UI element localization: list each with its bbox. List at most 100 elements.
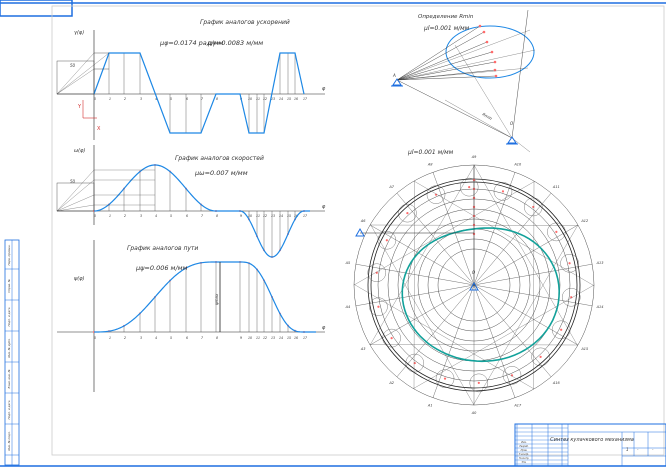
cam-center-label: O (472, 270, 475, 275)
displacement-tick: 10 (248, 336, 252, 340)
acceleration-tick: 7 (201, 97, 203, 101)
title-block-border (514, 423, 666, 467)
pole-ray (56, 68, 95, 95)
drawing-sheet: Перв. примен. Справ. № Подп. и дата Инв. № … (0, 0, 666, 468)
roller-center (443, 377, 447, 380)
cam-ray-label: A17 (513, 403, 522, 407)
rmin-ray (396, 51, 493, 81)
cam-scale: μl=0.001 м/мм (407, 149, 454, 156)
acceleration-xlabel: φ (322, 86, 326, 92)
rmin-angle-label: Rmin (482, 112, 494, 122)
cam-ray (473, 192, 552, 286)
pole-ray (56, 169, 95, 212)
line (511, 137, 531, 153)
tangent-chord (413, 180, 415, 389)
side-stamp-label: Инв. № подл. (7, 431, 11, 450)
roller-center (555, 230, 558, 233)
velocity-tick: 0 (94, 214, 96, 218)
acceleration-chart-title: График аналогов ускорений (200, 19, 290, 26)
cam-ray-label: A15 (580, 347, 589, 351)
velocity-xlabel: φ (322, 204, 326, 210)
displacement-xlabel: φ (322, 325, 326, 331)
title-block-row-label: Изм. (521, 441, 527, 444)
acceleration-curve (93, 52, 305, 134)
displacement-tick: 16 (294, 336, 298, 340)
displacement-tick: 8 (216, 336, 218, 340)
roller-center (501, 190, 505, 193)
roller-center (560, 328, 563, 331)
rmin-ray (396, 41, 488, 81)
rmin-center-label: O (510, 121, 513, 126)
title-block-row-label: Т.контр. (519, 453, 529, 456)
velocity-tick: 9 (240, 214, 242, 218)
velocity-tick: 3 (140, 214, 142, 218)
cad-drawing: Перв. примен. Справ. № Подп. и дата Инв. № … (0, 0, 666, 467)
velocity-tick: 7 (201, 214, 203, 218)
roller-center (406, 212, 409, 215)
acceleration-tick: 8 (216, 97, 218, 101)
side-stamp-label: Подп. и дата (7, 307, 11, 326)
title-block-row-label: Разраб. (519, 445, 528, 448)
roller-center (539, 355, 542, 358)
rmin-point (490, 50, 494, 54)
velocity-tick: 5 (170, 214, 172, 218)
cam-ray-label: A3 (360, 347, 366, 351)
tangent-line (454, 44, 513, 139)
displacement-tick: 2 (124, 336, 126, 340)
pole-ray (56, 204, 95, 212)
velocity-tick: 8 (216, 214, 218, 218)
displacement-tick: 4 (155, 336, 157, 340)
velocity-tick: 12 (263, 214, 267, 218)
acceleration-tick: 5 (170, 97, 172, 101)
cam-ray-label: A12 (580, 219, 589, 223)
roller-center (390, 337, 393, 340)
acceleration-ylabel: γ(φ) (74, 30, 84, 36)
acceleration-tick: 0 (94, 97, 96, 101)
velocity-tick: 11 (256, 214, 260, 218)
cam-ray (396, 284, 475, 378)
acceleration-tick: 1 (109, 97, 111, 101)
roller-center (385, 239, 388, 242)
cam-ray-label: A4 (345, 305, 351, 309)
displacement-tick: 14 (279, 336, 283, 340)
displacement-curve (93, 261, 316, 333)
title-block-row-label: Утв. (522, 461, 527, 464)
displacement-tick: 0 (94, 336, 96, 340)
tangent-chord (533, 181, 535, 390)
cam-ray-label: A10 (513, 163, 522, 167)
displacement-tick: 13 (271, 336, 275, 340)
roller-center (568, 262, 571, 265)
acceleration-tick: 15 (287, 97, 291, 101)
displacement-tick: 5 (170, 336, 172, 340)
title-block-row-label: Н.контр. (519, 457, 530, 460)
rmin-scale: μl=0.001 м/мм (423, 25, 470, 32)
side-stamp-label: Справ. № (7, 279, 11, 293)
velocity-tick: 2 (124, 214, 126, 218)
rmin-pivot-label: A (392, 73, 396, 78)
acceleration-scale-y: μγ=0.0083 м/мм (207, 39, 263, 47)
acceleration-pole: 50 (70, 63, 76, 68)
velocity-tick: 14 (279, 214, 283, 218)
velocity-scale: μω=0.007 м/мм (194, 169, 248, 177)
acceleration-tick: 2 (124, 97, 126, 101)
cam-ray-label: A14 (596, 305, 604, 309)
pivot-support-icon (355, 227, 365, 237)
acceleration-tick: 17 (303, 97, 307, 101)
line (444, 99, 513, 139)
rmin-point (485, 40, 489, 44)
cam-profile (401, 227, 561, 363)
acceleration-tick: 11 (256, 97, 260, 101)
rmin-title: Определение Rmin (418, 14, 474, 20)
displacement-tick: 11 (256, 336, 260, 340)
rmin-ray (396, 31, 485, 81)
link-line (396, 79, 513, 139)
rmin-ray (396, 25, 481, 81)
cam-ray-label: A9 (471, 155, 477, 159)
side-stamp-label: Перв. примен. (7, 244, 11, 265)
cam-ray-label: A5 (345, 261, 351, 265)
displacement-chart-title: График аналогов пути (127, 245, 198, 252)
velocity-tick: 13 (271, 214, 275, 218)
title-block: Изм.Разраб.Пров.Т.контр.Н.контр.Утв. (514, 423, 666, 467)
velocity-tick: 4 (155, 214, 157, 218)
rmin-ray (396, 49, 536, 81)
